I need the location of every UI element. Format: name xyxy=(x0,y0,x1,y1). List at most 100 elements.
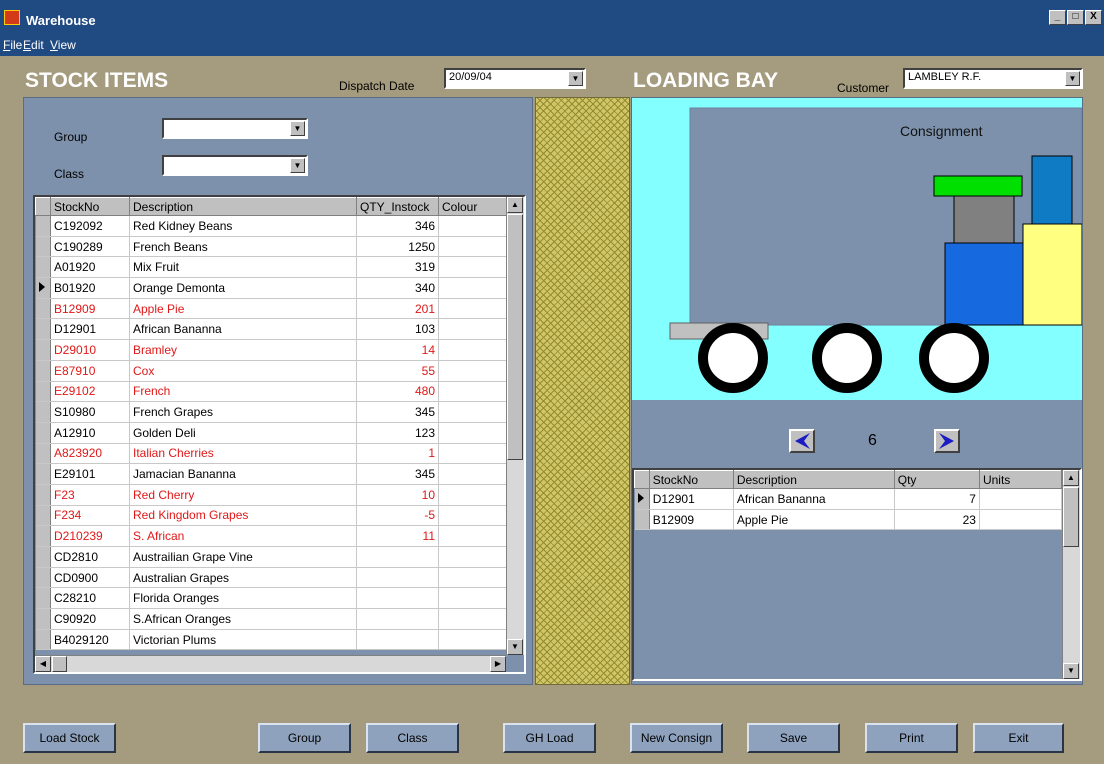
cell-description[interactable]: Australian Grapes xyxy=(129,567,357,589)
table-row[interactable]: D29010 Bramley 14 xyxy=(35,339,507,361)
menu-edit[interactable]: Edit xyxy=(23,38,44,52)
table-row[interactable]: E87910 Cox 55 xyxy=(35,360,507,382)
cell-description[interactable]: French xyxy=(129,381,357,403)
cell-colour[interactable] xyxy=(438,546,507,568)
horizontal-scroll-thumb[interactable] xyxy=(52,656,67,672)
cell-stockno[interactable]: C90920 xyxy=(50,608,130,630)
column-header-stockno[interactable]: StockNo xyxy=(648,470,734,489)
scroll-thumb[interactable] xyxy=(507,214,523,460)
cell-stockno[interactable]: C28210 xyxy=(50,587,130,610)
scroll-thumb[interactable] xyxy=(1063,487,1079,547)
column-header-description[interactable]: Description xyxy=(129,197,357,216)
scroll-down-icon[interactable]: ▼ xyxy=(1063,663,1079,679)
cell-colour[interactable] xyxy=(438,381,507,403)
cell-units[interactable] xyxy=(979,488,1063,510)
cell-description[interactable]: African Bananna xyxy=(733,488,895,510)
table-row[interactable]: B01920 Orange Demonta 340 xyxy=(35,277,507,299)
cell-stockno[interactable]: E29101 xyxy=(50,463,130,485)
cell-colour[interactable] xyxy=(438,215,507,237)
cell-colour[interactable] xyxy=(438,505,507,527)
cell-description[interactable]: Jamacian Bananna xyxy=(129,463,357,485)
table-row[interactable]: D210239 S. African 11 xyxy=(35,525,507,547)
table-row[interactable]: A01920 Mix Fruit 319 xyxy=(35,256,507,279)
cell-colour[interactable] xyxy=(438,463,507,485)
cell-qty[interactable]: 340 xyxy=(356,277,439,299)
stock-horizontal-scrollbar[interactable]: ◀ ▶ xyxy=(35,655,506,672)
stock-grid[interactable]: StockNo Description QTY_Instock Colour C… xyxy=(33,195,526,674)
group-select[interactable]: ▼ xyxy=(162,118,308,139)
cell-qty[interactable]: 1 xyxy=(356,443,439,465)
menu-view[interactable]: View xyxy=(50,38,76,52)
close-button[interactable]: X xyxy=(1085,10,1102,25)
scroll-down-icon[interactable]: ▼ xyxy=(507,639,523,655)
cell-description[interactable]: Bramley xyxy=(129,339,357,361)
column-header-colour[interactable]: Colour xyxy=(438,197,507,216)
cell-colour[interactable] xyxy=(438,277,507,299)
minimize-button[interactable]: _ xyxy=(1049,10,1066,25)
cell-qty[interactable] xyxy=(356,587,439,610)
cell-stockno[interactable]: S10980 xyxy=(50,401,130,423)
scroll-up-icon[interactable]: ▲ xyxy=(1063,470,1079,486)
save-button[interactable]: Save xyxy=(747,723,840,753)
cell-qty[interactable] xyxy=(356,546,439,568)
cell-colour[interactable] xyxy=(438,525,507,547)
table-row[interactable]: E29101 Jamacian Bananna 345 xyxy=(35,463,507,485)
cell-stockno[interactable]: B01920 xyxy=(50,277,130,299)
customer-select[interactable]: LAMBLEY R.F. ▼ xyxy=(903,68,1083,89)
cell-colour[interactable] xyxy=(438,256,507,279)
cell-qty[interactable]: 346 xyxy=(356,215,439,237)
cell-stockno[interactable]: D29010 xyxy=(50,339,130,361)
scroll-left-icon[interactable]: ◀ xyxy=(35,656,51,672)
cell-colour[interactable] xyxy=(438,443,507,465)
cell-stockno[interactable]: A823920 xyxy=(50,443,130,465)
column-header-qty[interactable]: Qty xyxy=(893,470,980,489)
cell-description[interactable]: Apple Pie xyxy=(129,298,357,320)
cell-qty[interactable]: 123 xyxy=(356,422,439,444)
table-row[interactable]: F23 Red Cherry 10 xyxy=(35,484,507,506)
chevron-down-icon[interactable]: ▼ xyxy=(290,121,305,136)
group-button[interactable]: Group xyxy=(258,723,351,753)
maximize-button[interactable]: □ xyxy=(1067,10,1084,25)
chevron-down-icon[interactable]: ▼ xyxy=(568,71,583,86)
cell-description[interactable]: S. African xyxy=(129,525,357,547)
cell-colour[interactable] xyxy=(438,629,507,651)
cell-qty[interactable]: 55 xyxy=(356,360,439,382)
cell-description[interactable]: French Grapes xyxy=(129,401,357,423)
column-header-units[interactable]: Units xyxy=(978,470,1063,489)
dispatch-date-select[interactable]: 20/09/04 ▼ xyxy=(444,68,586,89)
cell-stockno[interactable]: D12901 xyxy=(649,488,734,510)
cell-description[interactable]: Red Kidney Beans xyxy=(129,215,357,237)
table-row[interactable]: B4029120 Victorian Plums xyxy=(35,629,507,651)
cell-qty[interactable]: 103 xyxy=(356,318,439,341)
cell-description[interactable]: African Bananna xyxy=(129,318,357,341)
table-row[interactable]: B12909 Apple Pie 23 xyxy=(634,509,1063,531)
cell-stockno[interactable]: B12909 xyxy=(50,298,130,320)
cell-colour[interactable] xyxy=(438,422,507,444)
table-row[interactable]: D12901 African Bananna 103 xyxy=(35,318,507,341)
cell-description[interactable]: Florida Oranges xyxy=(129,587,357,610)
cell-qty[interactable]: 345 xyxy=(356,401,439,423)
cell-description[interactable]: Red Kingdom Grapes xyxy=(129,505,357,527)
table-row[interactable]: S10980 French Grapes 345 xyxy=(35,401,507,423)
exit-button[interactable]: Exit xyxy=(973,723,1064,753)
previous-consignment-button[interactable] xyxy=(789,429,815,453)
consignment-grid[interactable]: StockNo Description Qty Units D12901 Afri… xyxy=(632,468,1082,681)
cell-colour[interactable] xyxy=(438,236,507,258)
cell-qty[interactable]: 319 xyxy=(356,256,439,279)
cell-qty[interactable] xyxy=(356,608,439,630)
chevron-down-icon[interactable]: ▼ xyxy=(290,158,305,173)
cell-colour[interactable] xyxy=(438,360,507,382)
cell-stockno[interactable]: D12901 xyxy=(50,318,130,341)
cell-stockno[interactable]: B4029120 xyxy=(50,629,130,651)
cell-units[interactable] xyxy=(979,509,1063,531)
cell-description[interactable]: Austrailian Grape Vine xyxy=(129,546,357,568)
cell-stockno[interactable]: F234 xyxy=(50,505,130,527)
table-row[interactable]: A12910 Golden Deli 123 xyxy=(35,422,507,444)
scroll-right-icon[interactable]: ▶ xyxy=(490,656,506,672)
cell-description[interactable]: Mix Fruit xyxy=(129,256,357,279)
cell-qty[interactable]: 1250 xyxy=(356,236,439,258)
cell-qty[interactable]: 10 xyxy=(356,484,439,506)
cell-description[interactable]: French Beans xyxy=(129,236,357,258)
print-button[interactable]: Print xyxy=(865,723,958,753)
cell-colour[interactable] xyxy=(438,567,507,589)
